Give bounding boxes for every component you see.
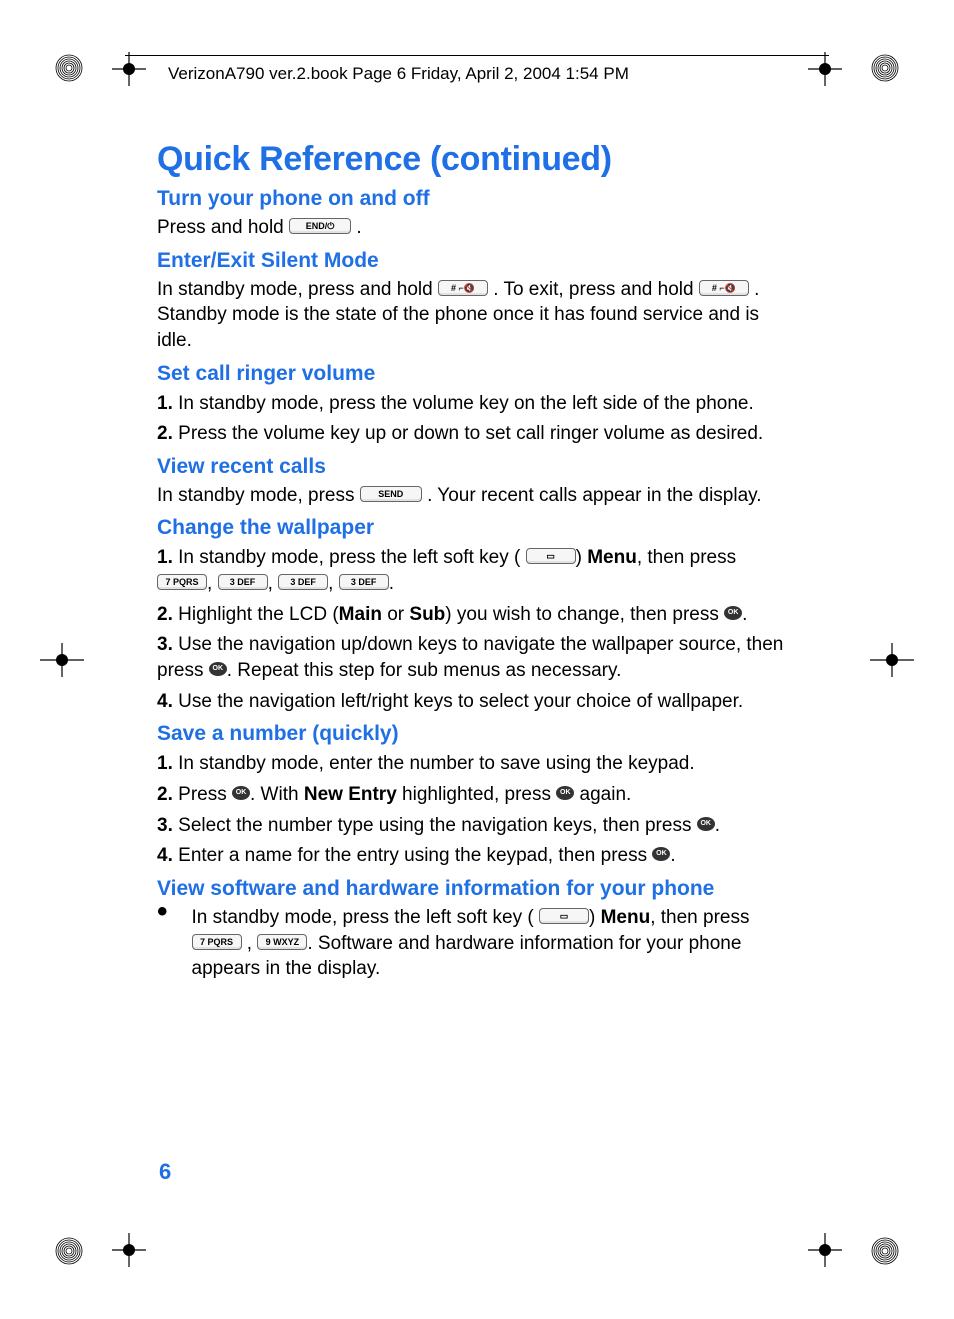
text: ) — [576, 547, 588, 568]
text: In standby mode, press the left soft key… — [178, 547, 520, 568]
text: . — [742, 604, 747, 625]
bullet-icon: • — [157, 905, 168, 982]
list-item: 1. In standby mode, enter the number to … — [157, 751, 797, 777]
ok-key-icon: OK — [652, 847, 670, 861]
registration-mark-icon — [871, 1237, 899, 1265]
ok-key-icon: OK — [697, 817, 715, 831]
ok-key-icon: OK — [232, 786, 250, 800]
seven-key-icon: 7 PQRS — [192, 934, 242, 950]
crosshair-icon — [870, 643, 914, 677]
section-heading-power: Turn your phone on and off — [157, 187, 797, 211]
ringer-steps: 1. In standby mode, press the volume key… — [157, 391, 797, 447]
registration-mark-icon — [55, 1237, 83, 1265]
text: , then press — [637, 547, 736, 568]
three-key-icon: 3 DEF — [218, 574, 268, 590]
text: again. — [574, 784, 631, 805]
wallpaper-steps: 1. In standby mode, press the left soft … — [157, 545, 797, 714]
crosshair-icon — [40, 643, 84, 677]
three-key-icon: 3 DEF — [339, 574, 389, 590]
registration-mark-icon — [55, 54, 83, 82]
end-key-icon: END/⏻ — [289, 218, 351, 234]
text: ) — [589, 907, 601, 928]
section-heading-ringer: Set call ringer volume — [157, 362, 797, 386]
text: Highlight the LCD ( — [178, 604, 339, 625]
header-rule — [125, 55, 829, 56]
hash-key-icon: # ⌐🔇 — [699, 280, 749, 296]
recent-body: In standby mode, press SEND . Your recen… — [157, 483, 797, 509]
text: . Your recent calls appear in the displa… — [427, 485, 761, 506]
ok-key-icon: OK — [209, 662, 227, 676]
text: Press and hold — [157, 217, 289, 238]
text: In standby mode, enter the number to sav… — [178, 753, 695, 774]
hash-key-icon: # ⌐🔇 — [438, 280, 488, 296]
crosshair-icon — [808, 52, 842, 86]
menu-label: Menu — [587, 547, 637, 568]
ok-key-icon: OK — [724, 606, 742, 620]
page-content: Quick Reference (continued) Turn your ph… — [157, 140, 797, 986]
main-label: Main — [339, 604, 382, 625]
text: . With — [250, 784, 304, 805]
text: In standby mode, press — [157, 485, 360, 506]
three-key-icon: 3 DEF — [278, 574, 328, 590]
list-item: 2. Highlight the LCD (Main or Sub) you w… — [157, 602, 797, 628]
list-item: 1. In standby mode, press the volume key… — [157, 391, 797, 417]
text: . — [715, 815, 720, 836]
crosshair-icon — [112, 52, 146, 86]
text: Press the volume key up or down to set c… — [178, 423, 763, 444]
seven-key-icon: 7 PQRS — [157, 574, 207, 590]
registration-mark-icon — [871, 54, 899, 82]
list-item: 2. Press OK. With New Entry highlighted,… — [157, 782, 797, 808]
new-entry-label: New Entry — [304, 784, 397, 805]
ok-key-icon: OK — [556, 786, 574, 800]
crosshair-icon — [112, 1233, 146, 1267]
text: , then press — [650, 907, 749, 928]
text: Use the navigation left/right keys to se… — [178, 691, 743, 712]
section-heading-wallpaper: Change the wallpaper — [157, 516, 797, 540]
crosshair-icon — [808, 1233, 842, 1267]
text: Select the number type using the navigat… — [178, 815, 697, 836]
running-head: VerizonA790 ver.2.book Page 6 Friday, Ap… — [168, 64, 629, 84]
text: In standby mode, press the left soft key… — [192, 907, 534, 928]
list-item: • In standby mode, press the left soft k… — [157, 905, 797, 982]
power-body: Press and hold END/⏻ . — [157, 215, 797, 241]
text: ) you wish to change, then press — [445, 604, 724, 625]
list-item: 1. In standby mode, press the left soft … — [157, 545, 797, 596]
text: Enter a name for the entry using the key… — [178, 845, 652, 866]
text: . Repeat this step for sub menus as nece… — [227, 660, 622, 681]
save-steps: 1. In standby mode, enter the number to … — [157, 751, 797, 869]
send-key-icon: SEND — [360, 486, 422, 502]
list-item: 2. Press the volume key up or down to se… — [157, 421, 797, 447]
text: or — [382, 604, 409, 625]
text: . To exit, press and hold — [493, 279, 699, 300]
text: . — [389, 573, 394, 594]
nine-key-icon: 9 WXYZ — [257, 934, 307, 950]
silent-body: In standby mode, press and hold # ⌐🔇 . T… — [157, 277, 797, 354]
section-heading-recent: View recent calls — [157, 455, 797, 479]
list-item: 4. Use the navigation left/right keys to… — [157, 689, 797, 715]
section-heading-save: Save a number (quickly) — [157, 722, 797, 746]
text: , — [242, 933, 258, 954]
text: highlighted, press — [397, 784, 557, 805]
section-heading-silent: Enter/Exit Silent Mode — [157, 249, 797, 273]
text: . — [356, 217, 361, 238]
list-item: 3. Use the navigation up/down keys to na… — [157, 632, 797, 683]
softkey-icon: ▭ — [526, 548, 576, 564]
text: Press — [178, 784, 232, 805]
page-title: Quick Reference (continued) — [157, 140, 797, 179]
text: In standby mode, press and hold — [157, 279, 438, 300]
info-list: • In standby mode, press the left soft k… — [157, 905, 797, 982]
sub-label: Sub — [409, 604, 445, 625]
page-number: 6 — [159, 1159, 171, 1185]
list-item: 3. Select the number type using the navi… — [157, 813, 797, 839]
menu-label: Menu — [601, 907, 651, 928]
section-heading-info: View software and hardware information f… — [157, 877, 797, 901]
softkey-icon: ▭ — [539, 908, 589, 924]
text: . — [670, 845, 675, 866]
text: In standby mode, press the volume key on… — [178, 393, 754, 414]
list-item: 4. Enter a name for the entry using the … — [157, 843, 797, 869]
